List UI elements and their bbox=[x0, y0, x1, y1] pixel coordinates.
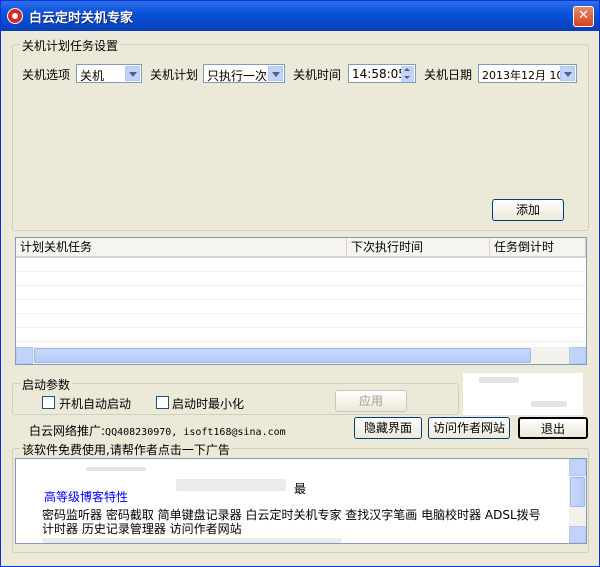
ad-link-suffix: 最 bbox=[294, 482, 307, 496]
vertical-scrollbar[interactable] bbox=[569, 459, 586, 543]
ad-group-label: 该软件免费使用,请帮作者点击一下广告 bbox=[20, 441, 232, 458]
scroll-thumb[interactable] bbox=[34, 348, 531, 363]
time-value[interactable]: 14:58:05 bbox=[352, 67, 406, 81]
table-row[interactable] bbox=[16, 328, 586, 342]
hide-button[interactable]: 隐藏界面 bbox=[354, 417, 422, 439]
apply-button[interactable]: 应用 bbox=[335, 390, 407, 412]
plan-select[interactable]: 只执行一次 bbox=[203, 64, 285, 83]
scroll-right-icon[interactable] bbox=[569, 347, 586, 364]
visit-author-button[interactable]: 访问作者网站 bbox=[428, 417, 510, 439]
task-list[interactable]: 计划关机任务 下次执行时间 任务倒计时 bbox=[15, 237, 587, 365]
task-list-header: 计划关机任务 下次执行时间 任务倒计时 bbox=[16, 238, 586, 258]
main-window: 白云定时关机专家 ✕ 关机计划任务设置 关机选项 关机 关机计划 只执行一次 关… bbox=[0, 0, 600, 567]
obscured-blur bbox=[176, 479, 286, 491]
ad-links-line[interactable]: 密码监听器 密码截取 简单键盘记录器 白云定时关机专家 查找汉字笔画 电脑校时器… bbox=[42, 508, 552, 536]
window-title: 白云定时关机专家 bbox=[29, 11, 134, 26]
add-button[interactable]: 添加 bbox=[492, 199, 564, 221]
chevron-down-icon[interactable] bbox=[268, 66, 283, 81]
plan-label: 关机计划 bbox=[150, 68, 199, 82]
option-select[interactable]: 关机 bbox=[76, 64, 142, 83]
table-row[interactable] bbox=[16, 314, 586, 328]
table-row[interactable] bbox=[16, 286, 586, 300]
scroll-up-icon[interactable] bbox=[569, 459, 586, 476]
promo-prefix: 白云网络推广: bbox=[29, 424, 106, 438]
time-spinner[interactable]: 14:58:05 bbox=[348, 64, 416, 83]
minimize-checkbox[interactable] bbox=[156, 396, 169, 409]
app-icon bbox=[7, 8, 23, 24]
spin-down-icon[interactable] bbox=[401, 74, 414, 82]
autostart-checkbox[interactable] bbox=[42, 396, 55, 409]
ad-link[interactable]: 高等级博客特性 bbox=[44, 488, 128, 505]
date-picker[interactable]: 2013年12月 10日 bbox=[478, 64, 577, 83]
time-label: 关机时间 bbox=[293, 68, 342, 82]
column-countdown[interactable]: 任务倒计时 bbox=[490, 238, 586, 256]
column-next-time[interactable]: 下次执行时间 bbox=[347, 238, 490, 256]
date-label: 关机日期 bbox=[424, 68, 473, 82]
close-button[interactable]: ✕ bbox=[573, 6, 594, 27]
minimize-label[interactable]: 启动时最小化 bbox=[172, 395, 244, 412]
exit-button[interactable]: 退出 bbox=[518, 417, 588, 439]
table-row[interactable] bbox=[16, 258, 586, 272]
plan-select-value: 只执行一次 bbox=[207, 69, 268, 83]
scroll-down-icon[interactable] bbox=[569, 526, 586, 543]
option-select-value: 关机 bbox=[80, 69, 105, 83]
table-row[interactable] bbox=[16, 300, 586, 314]
promo-contact: QQ408230970, isoft168@sina.com bbox=[105, 427, 286, 438]
spin-up-icon[interactable] bbox=[401, 66, 414, 74]
scroll-left-icon[interactable] bbox=[16, 347, 33, 364]
autostart-label[interactable]: 开机自动启动 bbox=[59, 395, 131, 412]
promo-text: 白云网络推广:QQ408230970, isoft168@sina.com bbox=[29, 422, 286, 439]
obscured-blur bbox=[531, 401, 567, 407]
chevron-down-icon[interactable] bbox=[560, 66, 575, 81]
obscured-blur bbox=[86, 467, 146, 471]
obscured-blur bbox=[479, 377, 519, 383]
ad-box[interactable]: 高等级博客特性 最 密码监听器 密码截取 简单键盘记录器 白云定时关机专家 查找… bbox=[15, 458, 587, 544]
column-task[interactable]: 计划关机任务 bbox=[16, 238, 347, 256]
scroll-thumb[interactable] bbox=[570, 477, 585, 507]
plan-group-label: 关机计划任务设置 bbox=[20, 37, 121, 54]
startup-group-label: 启动参数 bbox=[20, 376, 73, 393]
obscured-blur bbox=[42, 538, 342, 543]
table-row[interactable] bbox=[16, 272, 586, 286]
chevron-down-icon[interactable] bbox=[125, 66, 140, 81]
horizontal-scrollbar[interactable] bbox=[16, 347, 586, 364]
title-bar[interactable]: 白云定时关机专家 ✕ bbox=[1, 1, 599, 31]
option-label: 关机选项 bbox=[22, 68, 71, 82]
